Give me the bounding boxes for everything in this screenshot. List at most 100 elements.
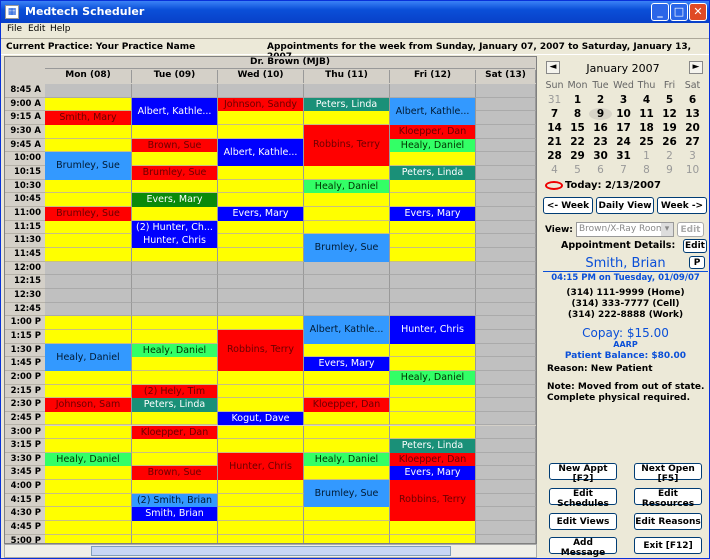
time-slot[interactable] (390, 288, 476, 303)
time-slot[interactable] (218, 398, 304, 412)
time-slot[interactable] (45, 439, 132, 453)
edit-views-button[interactable]: Edit Views (549, 513, 617, 530)
calendar-day[interactable]: 31 (543, 94, 566, 106)
calendar-day[interactable]: 23 (589, 136, 612, 148)
time-slot[interactable] (45, 316, 132, 330)
time-slot[interactable] (132, 302, 218, 317)
calendar-day[interactable]: 3 (612, 94, 635, 106)
time-slot[interactable] (304, 165, 390, 180)
time-slot[interactable] (45, 466, 132, 481)
calendar-day[interactable]: 14 (543, 122, 566, 134)
time-slot[interactable] (390, 521, 476, 535)
time-slot[interactable] (476, 493, 536, 508)
time-slot[interactable] (132, 288, 218, 303)
time-slot[interactable] (45, 220, 132, 235)
calendar-day[interactable]: 2 (658, 150, 681, 162)
appointment-block[interactable]: Hunter, Chris (132, 234, 218, 248)
time-slot[interactable] (476, 411, 536, 426)
time-slot[interactable] (390, 234, 476, 248)
appointment-block[interactable]: Brumley, Sue (45, 206, 132, 221)
calendar-day[interactable]: 5 (566, 164, 589, 176)
time-slot[interactable] (132, 411, 218, 426)
calendar-day[interactable]: 11 (635, 108, 658, 120)
time-slot[interactable] (476, 84, 536, 98)
today-link[interactable]: Today: 2/13/2007 (545, 180, 661, 191)
time-slot[interactable] (476, 521, 536, 535)
calendar-day[interactable]: 2 (589, 94, 612, 106)
time-slot[interactable] (132, 179, 218, 194)
time-slot[interactable] (45, 480, 132, 494)
time-slot[interactable] (132, 152, 218, 166)
time-slot[interactable] (390, 343, 476, 358)
time-slot[interactable] (304, 220, 390, 235)
time-slot[interactable] (218, 220, 304, 235)
calendar-day[interactable]: 29 (566, 150, 589, 162)
appointment-block[interactable]: Brumley, Sue (45, 152, 132, 180)
appointment-block[interactable]: Evers, Mary (218, 206, 304, 221)
time-slot[interactable] (476, 234, 536, 248)
appointment-block[interactable]: Johnson, Sam (45, 398, 132, 412)
time-slot[interactable] (476, 288, 536, 303)
edit-reasons-button[interactable]: Edit Reasons (634, 513, 702, 530)
time-slot[interactable] (132, 124, 218, 139)
time-slot[interactable] (476, 206, 536, 221)
appointment-block[interactable]: Albert, Kathle... (390, 97, 476, 125)
appointment-block[interactable]: Kloepper, Dan (390, 452, 476, 467)
time-slot[interactable] (304, 343, 390, 358)
time-slot[interactable] (476, 425, 536, 440)
exit-button[interactable]: Exit [F12] (634, 537, 702, 554)
appointment-block[interactable]: Healy, Daniel (304, 452, 390, 467)
time-slot[interactable] (390, 84, 476, 98)
time-slot[interactable] (476, 384, 536, 399)
time-slot[interactable] (218, 165, 304, 180)
appointment-block[interactable]: (2) Hely, Tim (132, 384, 218, 399)
time-slot[interactable] (390, 425, 476, 440)
time-slot[interactable] (132, 84, 218, 98)
time-slot[interactable] (390, 179, 476, 194)
time-slot[interactable] (218, 275, 304, 289)
time-slot[interactable] (476, 466, 536, 481)
time-slot[interactable] (304, 439, 390, 453)
title-bar[interactable]: ▦ Medtech Scheduler _ □ ✕ (1, 1, 709, 23)
time-slot[interactable] (476, 507, 536, 522)
calendar-day[interactable]: 6 (681, 94, 704, 106)
time-slot[interactable] (218, 439, 304, 453)
appointment-block[interactable]: Brumley, Sue (132, 165, 218, 180)
appointment-block[interactable]: Albert, Kathle... (304, 316, 390, 344)
time-slot[interactable] (390, 398, 476, 412)
maximize-button[interactable]: □ (670, 3, 688, 21)
time-slot[interactable] (45, 521, 132, 535)
time-slot[interactable] (132, 329, 218, 344)
appointment-block[interactable]: Hunter, Chris (390, 316, 476, 344)
appointment-block[interactable]: Peters, Linda (132, 398, 218, 412)
appointment-block[interactable]: Evers, Mary (390, 206, 476, 221)
time-slot[interactable] (304, 206, 390, 221)
details-edit-button[interactable]: Edit (683, 239, 707, 253)
appointment-block[interactable]: Brumley, Sue (304, 234, 390, 262)
appointment-block[interactable]: Evers, Mary (304, 357, 390, 371)
calendar-day[interactable]: 9 (589, 108, 612, 120)
appointment-block[interactable]: Brown, Sue (132, 466, 218, 481)
close-button[interactable]: ✕ (689, 3, 707, 21)
appointment-block[interactable]: Healy, Daniel (45, 343, 132, 371)
new-appt-button[interactable]: New Appt [F2] (549, 463, 617, 484)
add-message-button[interactable]: Add Message (549, 537, 617, 558)
calendar-day[interactable]: 7 (543, 108, 566, 120)
time-slot[interactable] (218, 193, 304, 207)
calendar-day[interactable]: 9 (658, 164, 681, 176)
appointment-block[interactable]: Robbins, Terry (304, 124, 390, 166)
calendar-day[interactable]: 25 (635, 136, 658, 148)
time-slot[interactable] (218, 302, 304, 317)
view-edit-button[interactable]: Edit (677, 222, 704, 237)
time-slot[interactable] (476, 124, 536, 139)
time-slot[interactable] (132, 357, 218, 371)
edit-schedules-button[interactable]: Edit Schedules (549, 488, 617, 509)
time-slot[interactable] (218, 288, 304, 303)
time-slot[interactable] (476, 179, 536, 194)
calendar-day[interactable]: 27 (681, 136, 704, 148)
calendar-day[interactable]: 3 (681, 150, 704, 162)
time-slot[interactable] (45, 329, 132, 344)
time-slot[interactable] (218, 124, 304, 139)
prev-month-button[interactable]: ◄ (546, 61, 560, 74)
time-slot[interactable] (390, 411, 476, 426)
